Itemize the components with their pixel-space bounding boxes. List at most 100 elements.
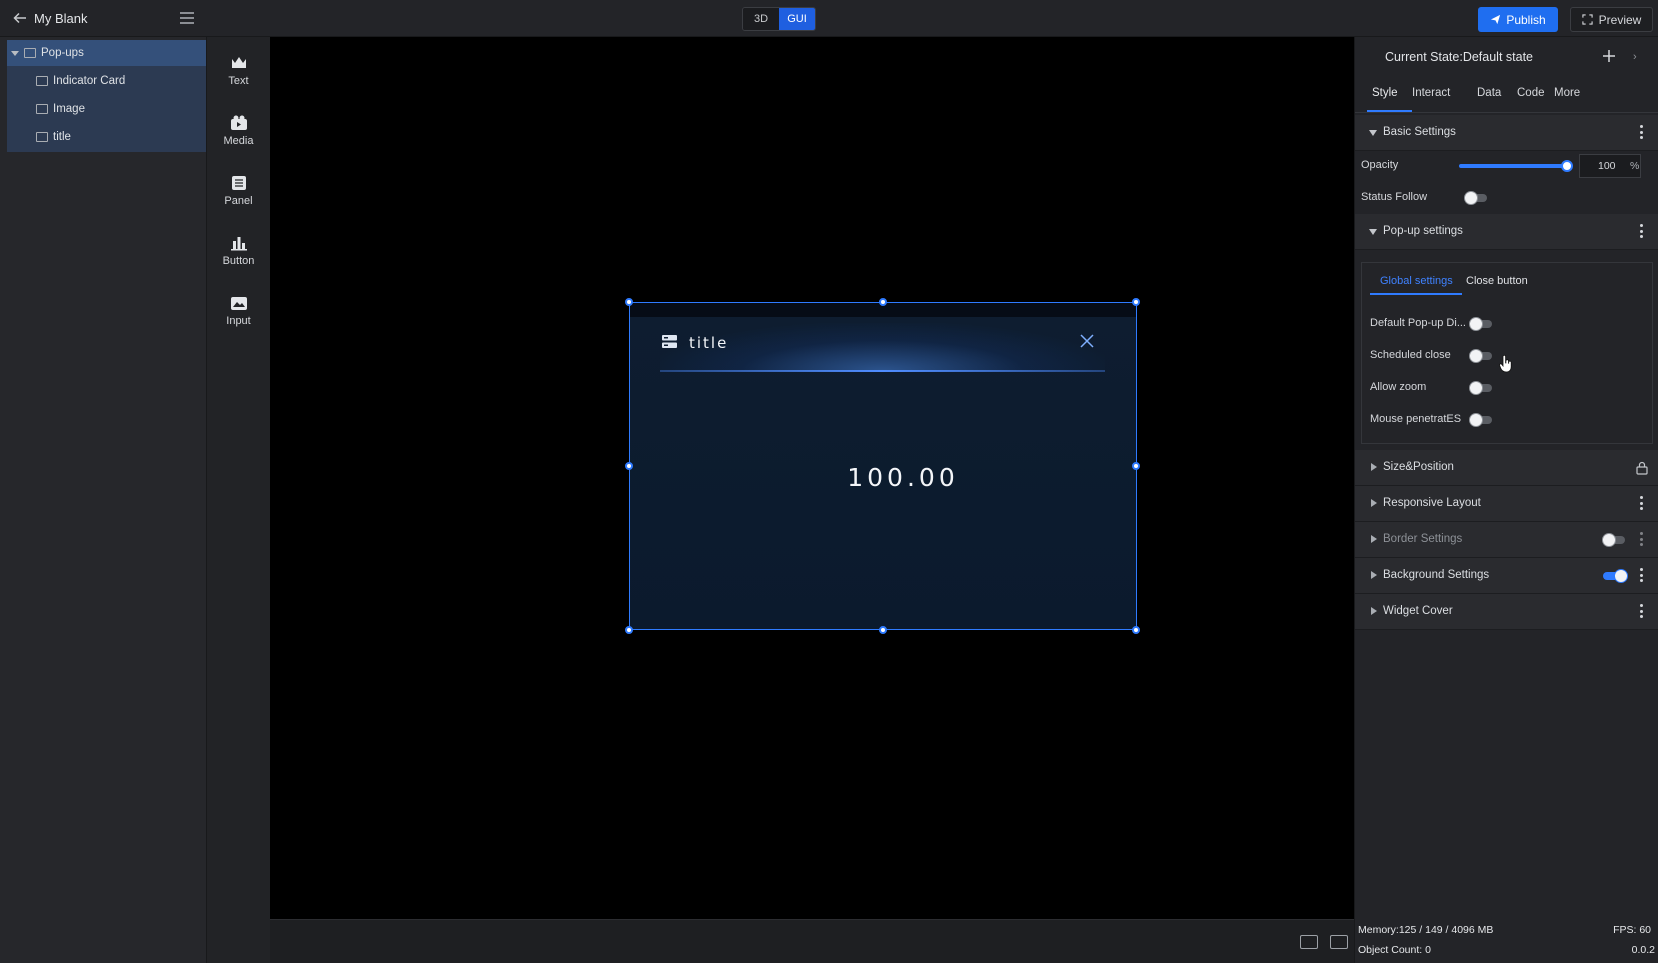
- section-title: Widget Cover: [1383, 605, 1453, 617]
- indicator-value: 100.00: [847, 463, 959, 492]
- layer-label: Image: [53, 103, 85, 115]
- subtab-close-button[interactable]: Close button: [1466, 275, 1528, 287]
- caret-right-icon: [1371, 463, 1377, 471]
- tool-text[interactable]: Text: [207, 49, 270, 99]
- top-bar: My Blank 3D GUI Publish Preview: [0, 0, 1658, 37]
- lock-icon[interactable]: [1635, 461, 1649, 475]
- section-widget-cover[interactable]: Widget Cover: [1355, 594, 1658, 630]
- publish-label: Publish: [1506, 12, 1546, 27]
- more-options-icon[interactable]: [1640, 125, 1644, 141]
- text-tool-icon: [231, 57, 246, 68]
- fps-readout: FPS: 60: [1613, 924, 1651, 936]
- caret-right-icon: [1371, 535, 1377, 543]
- tab-data[interactable]: Data: [1477, 87, 1501, 99]
- layer-item-indicator-card[interactable]: Indicator Card: [7, 68, 206, 94]
- keyboard-icon[interactable]: [1300, 935, 1318, 949]
- resize-handle-bottom-left[interactable]: [625, 626, 633, 634]
- section-background-settings[interactable]: Background Settings: [1355, 558, 1658, 594]
- tab-interact[interactable]: Interact: [1412, 87, 1450, 99]
- fullscreen-icon: [1582, 14, 1593, 25]
- tool-label: Text: [228, 75, 249, 87]
- mode-switch: 3D GUI: [742, 7, 816, 31]
- border-settings-toggle[interactable]: [1602, 533, 1625, 547]
- opacity-input[interactable]: 100 %: [1579, 154, 1641, 178]
- layer-item-title[interactable]: title: [7, 124, 206, 150]
- section-responsive-layout[interactable]: Responsive Layout: [1355, 486, 1658, 522]
- popup-title: title: [689, 334, 729, 352]
- resize-handle-top-left[interactable]: [625, 298, 633, 306]
- status-follow-toggle[interactable]: [1464, 191, 1487, 205]
- popup-widget[interactable]: title 100.00: [629, 302, 1137, 630]
- plus-icon[interactable]: [1601, 48, 1617, 64]
- indicator-card-icon: [36, 76, 48, 86]
- layer-group-popups: Pop-ups Indicator Card Image title: [7, 40, 206, 152]
- preview-button[interactable]: Preview: [1570, 7, 1653, 32]
- popup-layer-icon: [24, 48, 36, 58]
- terminal-icon[interactable]: [1330, 935, 1348, 949]
- button-tool-icon: [230, 237, 247, 251]
- layer-item-image[interactable]: Image: [7, 96, 206, 122]
- popup-settings-panel: Global settings Close button Default Pop…: [1361, 262, 1653, 444]
- tool-label: Input: [226, 315, 251, 327]
- resize-handle-right[interactable]: [1132, 462, 1140, 470]
- scheduled-close-label: Scheduled close: [1370, 349, 1451, 361]
- section-popup-settings[interactable]: Pop-up settings: [1355, 214, 1658, 250]
- tab-more[interactable]: More: [1554, 87, 1580, 99]
- caret-right-icon: [1371, 607, 1377, 615]
- more-options-icon[interactable]: [1640, 532, 1644, 548]
- opacity-label: Opacity: [1361, 159, 1399, 171]
- tab-style[interactable]: Style: [1372, 87, 1398, 99]
- tool-panel[interactable]: Panel: [207, 169, 270, 219]
- default-popup-toggle[interactable]: [1469, 317, 1492, 331]
- list-icon: [662, 335, 677, 348]
- design-canvas[interactable]: title 100.00: [270, 37, 1354, 919]
- send-icon: [1491, 14, 1501, 25]
- scheduled-close-toggle[interactable]: [1469, 349, 1492, 363]
- status-follow-label: Status Follow: [1361, 191, 1428, 203]
- publish-button[interactable]: Publish: [1478, 7, 1558, 32]
- layer-item-popups[interactable]: Pop-ups: [7, 40, 206, 66]
- property-tabs: Style Interact Data Code More: [1355, 77, 1658, 113]
- mode-gui-button[interactable]: GUI: [779, 8, 815, 30]
- tab-code[interactable]: Code: [1517, 87, 1545, 99]
- subtab-global-settings[interactable]: Global settings: [1380, 275, 1453, 287]
- input-tool-icon: [230, 297, 247, 310]
- tool-button[interactable]: Button: [207, 229, 270, 279]
- mode-3d-button[interactable]: 3D: [743, 8, 779, 30]
- tool-media[interactable]: Media: [207, 109, 270, 159]
- caret-down-icon[interactable]: [11, 50, 19, 56]
- opacity-unit: %: [1630, 160, 1640, 172]
- resize-handle-top-right[interactable]: [1132, 298, 1140, 306]
- mouse-penetrate-toggle[interactable]: [1469, 413, 1492, 427]
- section-title: Background Settings: [1383, 569, 1490, 581]
- opacity-slider-handle[interactable]: [1561, 160, 1573, 172]
- menu-icon[interactable]: [179, 11, 195, 25]
- tool-label: Panel: [224, 195, 253, 207]
- back-arrow-icon[interactable]: [12, 10, 28, 26]
- more-options-icon[interactable]: [1640, 604, 1644, 620]
- popup-header-line: [660, 370, 1105, 372]
- resize-handle-bottom[interactable]: [879, 626, 887, 634]
- opacity-slider-track[interactable]: [1459, 164, 1567, 168]
- active-tab-indicator: [1367, 110, 1412, 112]
- more-options-icon[interactable]: [1640, 496, 1644, 512]
- close-icon[interactable]: [1079, 333, 1095, 349]
- image-icon: [36, 104, 48, 114]
- layer-label: title: [53, 131, 71, 143]
- section-basic-settings[interactable]: Basic Settings: [1355, 115, 1658, 151]
- resize-handle-top[interactable]: [879, 298, 887, 306]
- layer-label: Pop-ups: [41, 47, 84, 59]
- tool-input[interactable]: Input: [207, 289, 270, 339]
- resize-handle-left[interactable]: [625, 462, 633, 470]
- more-options-icon[interactable]: [1640, 568, 1644, 584]
- section-size-position[interactable]: Size&Position: [1355, 450, 1658, 486]
- background-settings-toggle[interactable]: [1603, 569, 1628, 583]
- status-bar: [270, 919, 1354, 963]
- state-bar: Current State:Default state ›: [1355, 37, 1658, 77]
- allow-zoom-toggle[interactable]: [1469, 381, 1492, 395]
- chevron-right-icon[interactable]: ›: [1633, 51, 1637, 63]
- more-options-icon[interactable]: [1640, 224, 1644, 240]
- section-border-settings[interactable]: Border Settings: [1355, 522, 1658, 558]
- active-subtab-indicator: [1370, 293, 1462, 295]
- resize-handle-bottom-right[interactable]: [1132, 626, 1140, 634]
